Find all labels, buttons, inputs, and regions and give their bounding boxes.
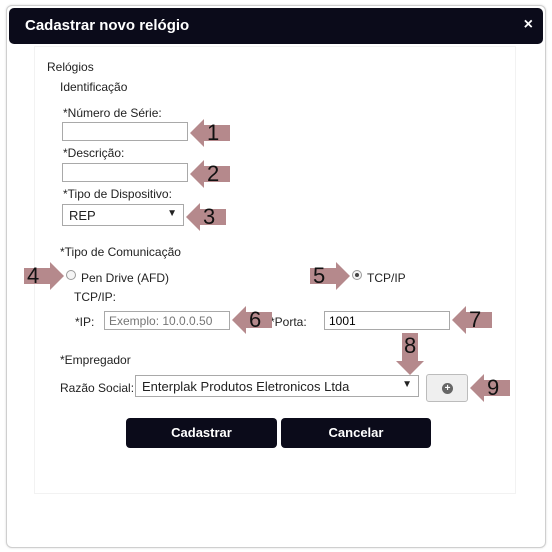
add-employer-button[interactable]: +: [426, 374, 468, 402]
company-label: Razão Social:: [60, 381, 135, 395]
radio-tcpip-label: TCP/IP: [367, 271, 406, 285]
company-value: Enterplak Produtos Eletronicos Ltda: [142, 379, 350, 394]
port-input[interactable]: [324, 311, 450, 330]
annotation-arrow-8: 8: [396, 333, 424, 375]
annotation-number: 9: [487, 375, 500, 400]
serial-input[interactable]: [62, 122, 188, 141]
annotation-arrow-6: 6: [232, 306, 290, 334]
device-type-value: REP: [69, 208, 96, 223]
annotation-number: 3: [203, 204, 216, 229]
section-title: Relógios: [47, 60, 94, 74]
description-label: *Descrição:: [63, 146, 125, 160]
annotation-arrow-7: 7: [452, 306, 510, 334]
annotation-arrow-3: 3: [186, 203, 244, 231]
ip-label: *IP:: [75, 315, 95, 329]
annotation-number: 1: [207, 120, 220, 145]
annotation-number: 6: [249, 307, 262, 332]
comm-type-label: *Tipo de Comunicação: [60, 245, 181, 259]
device-type-select[interactable]: REP ▼: [62, 204, 184, 226]
radio-pendrive-label: Pen Drive (AFD): [81, 271, 170, 285]
section-subtitle: Identificação: [60, 80, 128, 94]
device-type-label: *Tipo de Dispositivo:: [63, 187, 172, 201]
chevron-down-icon: ▼: [402, 379, 412, 390]
plus-icon: +: [442, 383, 453, 394]
ip-input[interactable]: [104, 311, 230, 330]
annotation-number: 8: [404, 333, 417, 358]
description-input[interactable]: [62, 163, 188, 182]
annotation-number: 4: [27, 263, 40, 288]
cancel-button[interactable]: Cancelar: [281, 418, 431, 448]
submit-button[interactable]: Cadastrar: [126, 418, 277, 448]
annotation-number: 7: [469, 307, 482, 332]
dialog-title: Cadastrar novo relógio: [25, 17, 190, 34]
close-icon[interactable]: ×: [524, 16, 533, 34]
chevron-down-icon: ▼: [167, 208, 177, 219]
annotation-arrow-4: 4: [24, 262, 82, 290]
annotation-arrow-2: 2: [190, 160, 248, 188]
company-select[interactable]: Enterplak Produtos Eletronicos Ltda ▼: [135, 375, 419, 397]
annotation-arrow-5: 5: [310, 262, 368, 290]
annotation-arrow-1: 1: [190, 119, 248, 147]
annotation-number: 2: [207, 161, 220, 186]
employer-label: *Empregador: [60, 353, 131, 367]
dialog-header: Cadastrar novo relógio ×: [9, 8, 543, 44]
serial-label: *Número de Série:: [63, 106, 162, 120]
annotation-arrow-9: 9: [470, 374, 528, 402]
tcpip-section-label: TCP/IP:: [74, 290, 117, 304]
annotation-number: 5: [313, 263, 326, 288]
